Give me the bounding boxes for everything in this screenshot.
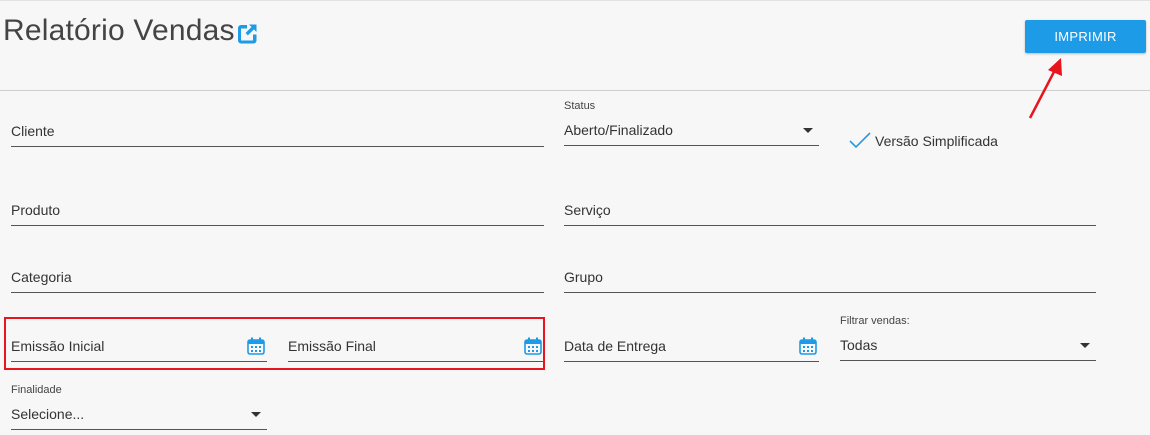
status-value: Aberto/Finalizado (564, 122, 673, 138)
servico-label: Serviço (564, 202, 611, 218)
annotation-highlight-box (4, 317, 545, 370)
produto-label: Produto (11, 202, 61, 218)
page-header: Relatório Vendas IMPRIMIR (0, 0, 1150, 91)
chevron-down-icon (803, 128, 813, 133)
categoria-field[interactable]: Categoria (11, 262, 544, 293)
print-button[interactable]: IMPRIMIR (1025, 20, 1146, 53)
filtrar-vendas-select[interactable]: Filtrar vendas: Todas (840, 315, 1096, 361)
data-entrega-field[interactable]: Data de Entrega (564, 331, 819, 362)
checkmark-icon (849, 132, 871, 149)
produto-field[interactable]: Produto (11, 195, 544, 226)
page-title: Relatório Vendas (3, 14, 235, 47)
servico-field[interactable]: Serviço (564, 195, 1096, 226)
grupo-label: Grupo (564, 269, 603, 285)
status-label: Status (564, 100, 596, 112)
status-select[interactable]: Status Aberto/Finalizado (564, 100, 819, 146)
cliente-label: Cliente (11, 123, 55, 139)
chevron-down-icon (1080, 343, 1090, 348)
cliente-field[interactable]: Cliente (11, 116, 544, 147)
finalidade-select[interactable]: Finalidade Selecione... (11, 384, 267, 430)
categoria-label: Categoria (11, 269, 72, 285)
finalidade-label: Finalidade (11, 384, 62, 396)
chevron-down-icon (251, 412, 261, 417)
data-entrega-label: Data de Entrega (564, 338, 666, 354)
grupo-field[interactable]: Grupo (564, 262, 1096, 293)
filtrar-vendas-label: Filtrar vendas: (840, 315, 910, 327)
calendar-icon[interactable] (799, 337, 817, 355)
annotation-arrow (1028, 58, 1062, 119)
versao-simplificada-label: Versão Simplificada (875, 133, 998, 149)
external-link-icon[interactable] (235, 22, 259, 46)
filtrar-vendas-value: Todas (840, 337, 878, 353)
finalidade-value: Selecione... (11, 406, 85, 422)
